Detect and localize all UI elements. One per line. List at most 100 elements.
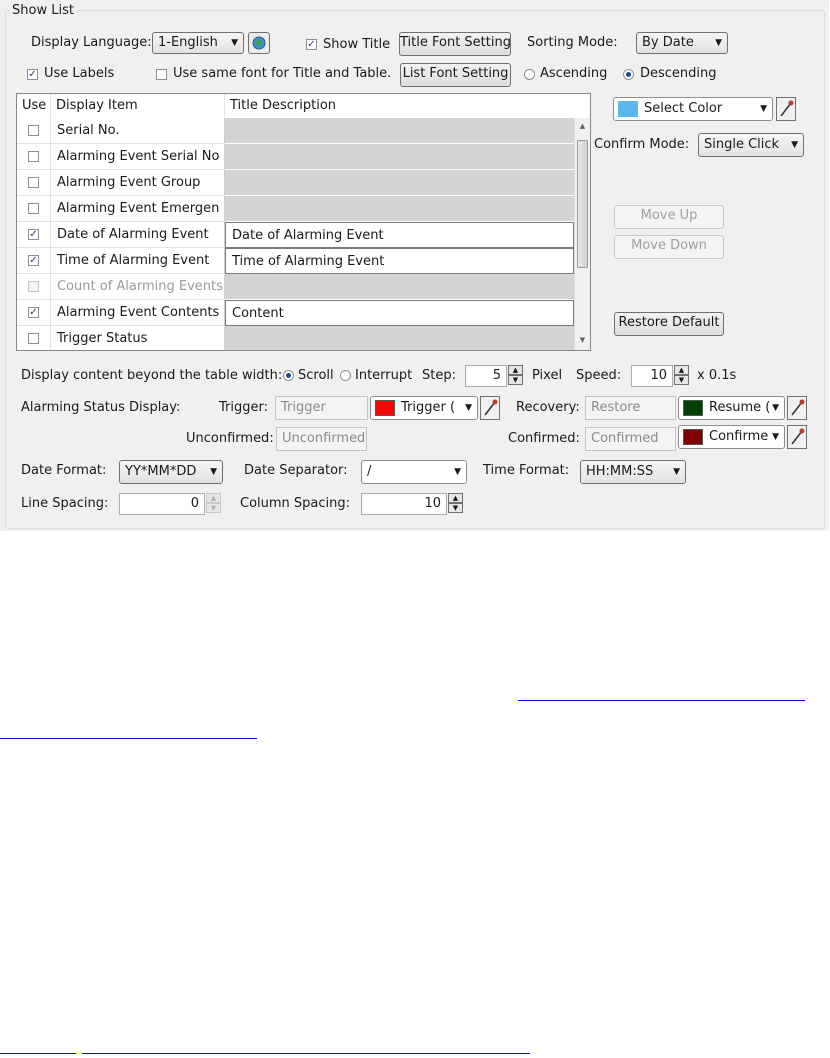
row-use-checkbox[interactable]	[28, 333, 39, 344]
hyperlink-underline[interactable]	[0, 738, 257, 739]
chevron-down-icon: ▼	[772, 432, 779, 442]
trigger-eyedropper-button[interactable]	[480, 396, 500, 420]
pixel-label: Pixel	[532, 368, 563, 383]
confirm-mode-select[interactable]: Single Click ▼	[698, 133, 804, 157]
spin-up-icon[interactable]: ▲	[508, 365, 523, 375]
eyedropper-icon	[791, 428, 805, 445]
speed-spinner[interactable]: ▲ ▼	[674, 365, 689, 385]
unconfirmed-input[interactable]: Unconfirmed	[276, 427, 367, 451]
sorting-mode-label: Sorting Mode:	[527, 35, 618, 50]
recovery-eyedropper-button[interactable]	[787, 396, 807, 420]
row-title-description[interactable]: Date of Alarming Event	[225, 222, 574, 248]
chevron-down-icon: ▼	[231, 38, 238, 48]
trigger-color-dropdown[interactable]: Trigger ( ▼	[370, 396, 478, 420]
same-font-label: Use same font for Title and Table.	[173, 66, 392, 81]
ascending-radio[interactable]	[524, 69, 535, 80]
hyperlink-underline[interactable]	[0, 1053, 76, 1054]
show-title-checkbox[interactable]: ✓	[306, 39, 317, 50]
spin-up-icon[interactable]: ▲	[448, 493, 463, 503]
column-spacing-input[interactable]: 10	[361, 493, 447, 515]
row-title-description	[225, 118, 574, 144]
descending-radio[interactable]	[623, 69, 634, 80]
table-row[interactable]: ✓ Alarming Event Contents Content	[17, 300, 590, 326]
row-use-checkbox[interactable]	[28, 125, 39, 136]
spin-up-icon[interactable]: ▲	[674, 365, 689, 375]
use-labels-checkbox[interactable]: ✓	[27, 69, 38, 80]
table-row[interactable]: ✓ Time of Alarming Event Time of Alarming …	[17, 248, 590, 274]
column-spacing-spinner[interactable]: ▲ ▼	[448, 493, 463, 513]
confirmed-input[interactable]: Confirmed	[585, 427, 676, 451]
confirmed-color-dropdown[interactable]: Confirme ▼	[678, 425, 785, 449]
row-title-description	[225, 144, 574, 170]
row-use-checkbox[interactable]	[28, 203, 39, 214]
line-spacing-spinner[interactable]: ▲ ▼	[206, 493, 221, 513]
table-row[interactable]: ✓ Date of Alarming Event Date of Alarming …	[17, 222, 590, 248]
recovery-label: Recovery:	[516, 400, 580, 415]
speed-input[interactable]: 10	[631, 365, 673, 387]
spin-down-icon[interactable]: ▼	[448, 503, 463, 513]
row-display-item: Date of Alarming Event	[51, 222, 225, 248]
table-row[interactable]: Serial No.	[17, 118, 590, 144]
column-spacing-label: Column Spacing:	[240, 496, 351, 511]
scroll-up-icon[interactable]: ▲	[575, 122, 590, 130]
row-title-description[interactable]: Content	[225, 300, 574, 326]
row-display-item: Time of Alarming Event	[51, 248, 225, 274]
list-font-setting-button[interactable]: List Font Setting	[400, 63, 511, 87]
table-row[interactable]: Count of Alarming Events	[17, 274, 590, 300]
table-row[interactable]: Alarming Event Serial No	[17, 144, 590, 170]
table-row[interactable]: Alarming Event Group	[17, 170, 590, 196]
row-use-checkbox[interactable]: ✓	[28, 255, 39, 266]
same-font-checkbox[interactable]	[156, 69, 167, 80]
date-format-select[interactable]: YY*MM*DD ▼	[119, 460, 223, 484]
date-separator-select[interactable]: / ▼	[361, 460, 467, 484]
title-font-setting-button[interactable]: Title Font Setting	[399, 32, 511, 56]
use-labels-label: Use Labels	[44, 66, 115, 81]
row-use-cell	[17, 196, 51, 222]
scroll-radio[interactable]	[283, 370, 294, 381]
row-title-description	[225, 196, 574, 222]
row-use-checkbox[interactable]	[28, 281, 39, 292]
row-title-description	[225, 274, 574, 300]
row-use-cell: ✓	[17, 300, 51, 326]
spin-down-icon[interactable]: ▼	[206, 503, 221, 513]
date-separator-label: Date Separator:	[244, 463, 348, 478]
row-use-checkbox[interactable]: ✓	[28, 307, 39, 318]
interrupt-radio[interactable]	[340, 370, 351, 381]
recovery-color-dropdown[interactable]: Resume ( ▼	[678, 396, 785, 420]
step-input[interactable]: 5	[465, 365, 507, 387]
step-spinner[interactable]: ▲ ▼	[508, 365, 523, 385]
spin-down-icon[interactable]: ▼	[674, 375, 689, 385]
hyperlink-underline[interactable]	[82, 1053, 530, 1054]
hyperlink-underline[interactable]	[518, 700, 805, 701]
recovery-input[interactable]: Restore	[585, 396, 676, 420]
row-use-checkbox[interactable]	[28, 177, 39, 188]
sorting-mode-select[interactable]: By Date ▼	[636, 32, 728, 54]
display-items-table[interactable]: Use Display Item Title Description Seria…	[16, 93, 591, 351]
line-spacing-input[interactable]: 0	[119, 493, 205, 515]
confirmed-label: Confirmed:	[508, 431, 580, 446]
row-title-description[interactable]: Time of Alarming Event	[225, 248, 574, 274]
restore-default-button[interactable]: Restore Default	[614, 312, 724, 336]
color-picker-button[interactable]	[776, 97, 796, 121]
select-color-swatch	[618, 101, 638, 117]
row-use-checkbox[interactable]: ✓	[28, 229, 39, 240]
time-format-select[interactable]: HH:MM:SS ▼	[580, 460, 686, 484]
scroll-down-icon[interactable]: ▼	[575, 336, 590, 344]
table-header: Use Display Item Title Description	[17, 94, 590, 119]
trigger-input[interactable]: Trigger	[275, 396, 368, 420]
spin-up-icon[interactable]: ▲	[206, 493, 221, 503]
table-row[interactable]: Trigger Status	[17, 326, 590, 350]
row-use-checkbox[interactable]	[28, 151, 39, 162]
spin-down-icon[interactable]: ▼	[508, 375, 523, 385]
select-color-dropdown[interactable]: Select Color ▼	[613, 97, 773, 121]
confirmed-eyedropper-button[interactable]	[787, 425, 807, 449]
scrollbar-thumb[interactable]	[577, 140, 588, 268]
row-display-item: Serial No.	[51, 118, 225, 144]
interrupt-label: Interrupt	[355, 368, 413, 383]
table-scrollbar[interactable]: ▲ ▼	[574, 118, 590, 350]
table-row[interactable]: Alarming Event Emergen	[17, 196, 590, 222]
move-up-button[interactable]: Move Up	[614, 205, 724, 229]
language-globe-button[interactable]	[248, 32, 270, 54]
display-language-select[interactable]: 1-English ▼	[152, 32, 244, 54]
move-down-button[interactable]: Move Down	[614, 235, 724, 259]
